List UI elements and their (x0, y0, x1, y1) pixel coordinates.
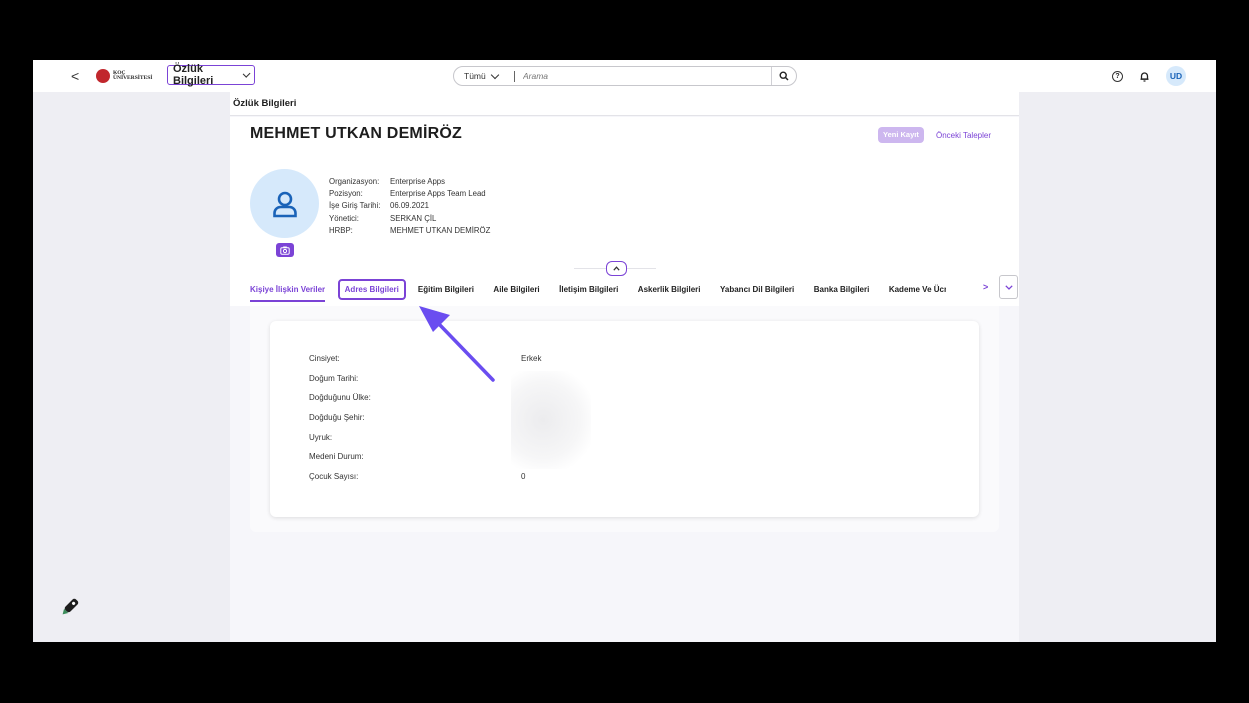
annotation-arrow-icon (419, 306, 495, 382)
app-window: < KOÇ ÜNİVERSİTESİ Özlük Bilgileri Tümü (33, 60, 1216, 642)
pen-tool-icon[interactable] (58, 597, 80, 619)
